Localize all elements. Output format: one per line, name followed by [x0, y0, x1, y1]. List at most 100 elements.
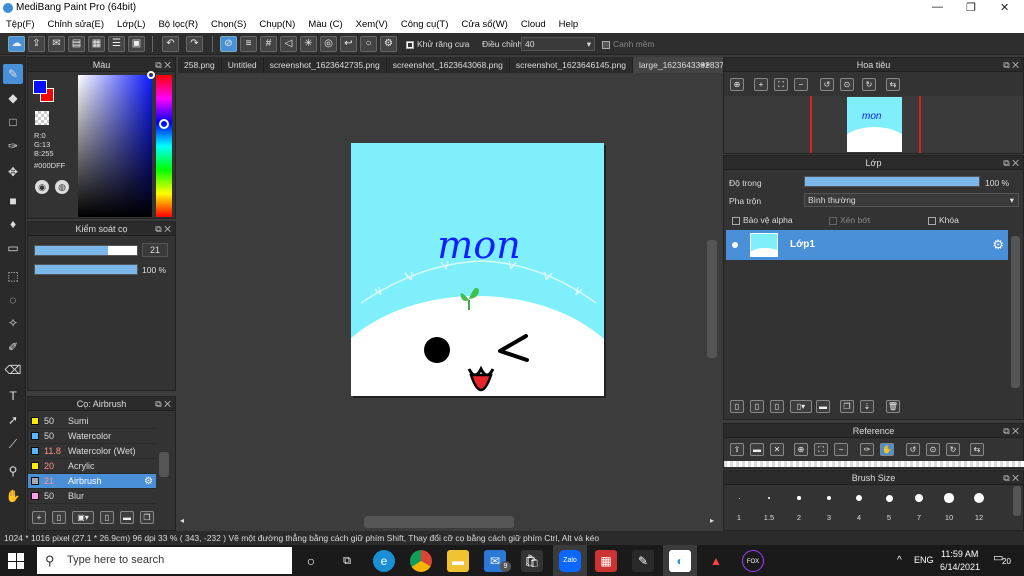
gear-icon[interactable]: ⚙ — [144, 474, 153, 489]
windows-start-icon[interactable] — [8, 553, 24, 569]
tab-document[interactable]: Untitled — [222, 57, 264, 73]
lasso-tool-icon[interactable]: ◌ — [3, 290, 23, 310]
zoom-in-icon[interactable]: + — [754, 78, 768, 91]
radial-snap-icon[interactable]: ✳ — [300, 36, 317, 52]
brush-size-preset-label[interactable]: 1.5 — [757, 513, 781, 522]
zoom-icon[interactable]: ⊕ — [794, 443, 808, 456]
menu-layer[interactable]: Lớp(L) — [117, 19, 145, 30]
layer-menu-icon[interactable]: ▯▾ — [790, 400, 812, 413]
menu-file[interactable]: Tệp(F) — [6, 19, 35, 30]
file-explorer-icon[interactable]: ▬ — [447, 550, 469, 572]
select-tool-icon[interactable]: ⬚ — [3, 266, 23, 286]
tab-scroll-arrows[interactable]: ◂ ▸ — [700, 58, 720, 72]
soft-snap-checkbox[interactable] — [602, 40, 610, 49]
new-brush-icon[interactable]: ▯ — [52, 511, 66, 524]
snap-off-icon[interactable]: ⊘ — [220, 36, 237, 52]
menu-edit[interactable]: Chỉnh sửa(E) — [48, 19, 105, 30]
brush-menu-icon[interactable]: ▣▾ — [72, 511, 94, 524]
cortana-icon[interactable]: ○ — [300, 550, 322, 572]
brush-size-dot[interactable] — [944, 493, 954, 503]
flip-icon[interactable]: ⇆ — [886, 78, 900, 91]
grid-icon[interactable]: ▣ — [128, 36, 145, 52]
palette-add-icon[interactable]: ◍ — [55, 180, 69, 194]
operation-tool-icon[interactable]: ➚ — [3, 410, 23, 430]
hue-handle[interactable] — [159, 119, 169, 129]
divide-tool-icon[interactable]: ⟋ — [3, 434, 23, 454]
hand-tool-icon[interactable]: ✋ — [3, 486, 23, 506]
document-icon[interactable]: ▦ — [88, 36, 105, 52]
rotate-right-icon[interactable]: ↻ — [862, 78, 876, 91]
saturation-picker[interactable] — [78, 75, 152, 217]
clock-date[interactable]: 6/14/2021 — [940, 562, 980, 572]
fit-icon[interactable]: ⛶ — [814, 443, 828, 456]
cross-snap-icon[interactable]: # — [260, 36, 277, 52]
move-tool-icon[interactable]: ✥ — [3, 162, 23, 182]
merge-layer-icon[interactable]: ⇣ — [860, 400, 874, 413]
antialias-toggle[interactable]: Khử răng cưa — [406, 39, 470, 49]
fox-app-icon[interactable]: FOX — [742, 550, 764, 572]
drawing-canvas[interactable]: mon — [351, 143, 604, 396]
cloud-icon[interactable]: ☁ — [8, 36, 25, 52]
hand-icon[interactable]: ✋ — [880, 443, 894, 456]
circle-snap-icon[interactable]: ◎ — [320, 36, 337, 52]
eyedropper-tool-icon[interactable]: ⚲ — [3, 461, 23, 481]
task-view-icon[interactable]: ⧉ — [336, 550, 358, 572]
flip-icon[interactable]: ⇆ — [970, 443, 984, 456]
brush-size-preset-label[interactable]: 1 — [727, 513, 751, 522]
minimize-button[interactable]: — — [932, 1, 943, 13]
antialias-checkbox[interactable] — [406, 40, 414, 49]
menu-color[interactable]: Màu (C) — [308, 19, 342, 30]
medibang-taskbar-slot[interactable]: ◐ — [663, 545, 697, 576]
delete-layer-icon[interactable]: 🗑 — [886, 400, 900, 413]
chevron-up-icon[interactable]: ^ — [897, 555, 902, 566]
panel-controls[interactable]: ⧉ ✕ — [1003, 58, 1019, 72]
brush-list-scrollbar[interactable] — [159, 452, 169, 477]
brush-size-preset-label[interactable]: 7 — [907, 513, 931, 522]
menu-snap[interactable]: Chụp(N) — [259, 19, 295, 30]
panel-controls[interactable]: ⧉ ✕ — [1003, 424, 1019, 438]
eyedropper-icon[interactable]: ✑ — [860, 443, 874, 456]
fit-icon[interactable]: ⛶ — [774, 78, 788, 91]
protect-alpha-checkbox[interactable] — [732, 216, 740, 225]
menu-window[interactable]: Cửa sổ(W) — [461, 19, 507, 30]
duplicate-layer-icon[interactable]: ❐ — [840, 400, 854, 413]
saturation-handle[interactable] — [147, 71, 155, 79]
paint-icon[interactable]: ✎ — [632, 550, 654, 572]
brush-item-sumi[interactable]: 50 Sumi — [28, 414, 156, 429]
zoom-out-icon[interactable]: − — [834, 443, 848, 456]
menu-view[interactable]: Xem(V) — [356, 19, 388, 30]
tab-document[interactable]: screenshot_1623642735.png — [264, 57, 387, 73]
panel-controls[interactable]: ⧉ ✕ — [1003, 471, 1019, 485]
blend-mode-select[interactable]: Bình thường ▾ — [804, 193, 1019, 207]
cloud-upload-icon[interactable]: ⇪ — [730, 443, 744, 456]
menu-cloud[interactable]: Cloud — [521, 19, 546, 30]
layer-name[interactable]: Lớp1 — [790, 239, 815, 250]
hue-slider[interactable] — [156, 75, 172, 217]
reset-rotation-icon[interactable]: ⊙ — [926, 443, 940, 456]
rotate-left-icon[interactable]: ↺ — [906, 443, 920, 456]
menu-help[interactable]: Help — [559, 19, 579, 30]
horizontal-scrollbar[interactable] — [364, 516, 514, 528]
brush-item-watercolor-wet[interactable]: 11.8 Watercolor (Wet) — [28, 444, 156, 459]
menu-tools[interactable]: Công cụ(T) — [401, 19, 449, 30]
curve-snap-icon[interactable]: ↩ — [340, 36, 357, 52]
bucket-tool-icon[interactable]: ♦ — [3, 214, 23, 234]
brush-item-watercolor[interactable]: 50 Watercolor — [28, 429, 156, 444]
brush-item-blur[interactable]: 50 Blur — [28, 489, 156, 504]
brush-opacity-slider[interactable] — [34, 264, 138, 275]
brush-size-preset-label[interactable]: 3 — [817, 513, 841, 522]
clip-toggle[interactable]: Xén bớt — [829, 215, 870, 225]
store-icon[interactable]: 🛍 — [521, 550, 543, 572]
pen-app-icon[interactable]: ▲ — [705, 550, 727, 572]
close-button[interactable]: ✕ — [1000, 1, 1009, 14]
tab-document[interactable]: screenshot_1623646145.png — [510, 57, 633, 73]
vertical-scrollbar[interactable] — [707, 240, 717, 358]
magic-wand-tool-icon[interactable]: ✧ — [3, 313, 23, 333]
zalo-icon[interactable]: Zalo — [559, 550, 581, 572]
navigator-preview[interactable]: mon — [724, 96, 1023, 153]
zoom-icon[interactable]: ⊕ — [730, 78, 744, 91]
list-icon[interactable]: ☰ — [108, 36, 125, 52]
scroll-left-icon[interactable]: ◂ — [180, 516, 184, 525]
folder-icon[interactable]: ▬ — [816, 400, 830, 413]
taskbar-search-input[interactable]: ⚲ Type here to search — [37, 547, 292, 574]
